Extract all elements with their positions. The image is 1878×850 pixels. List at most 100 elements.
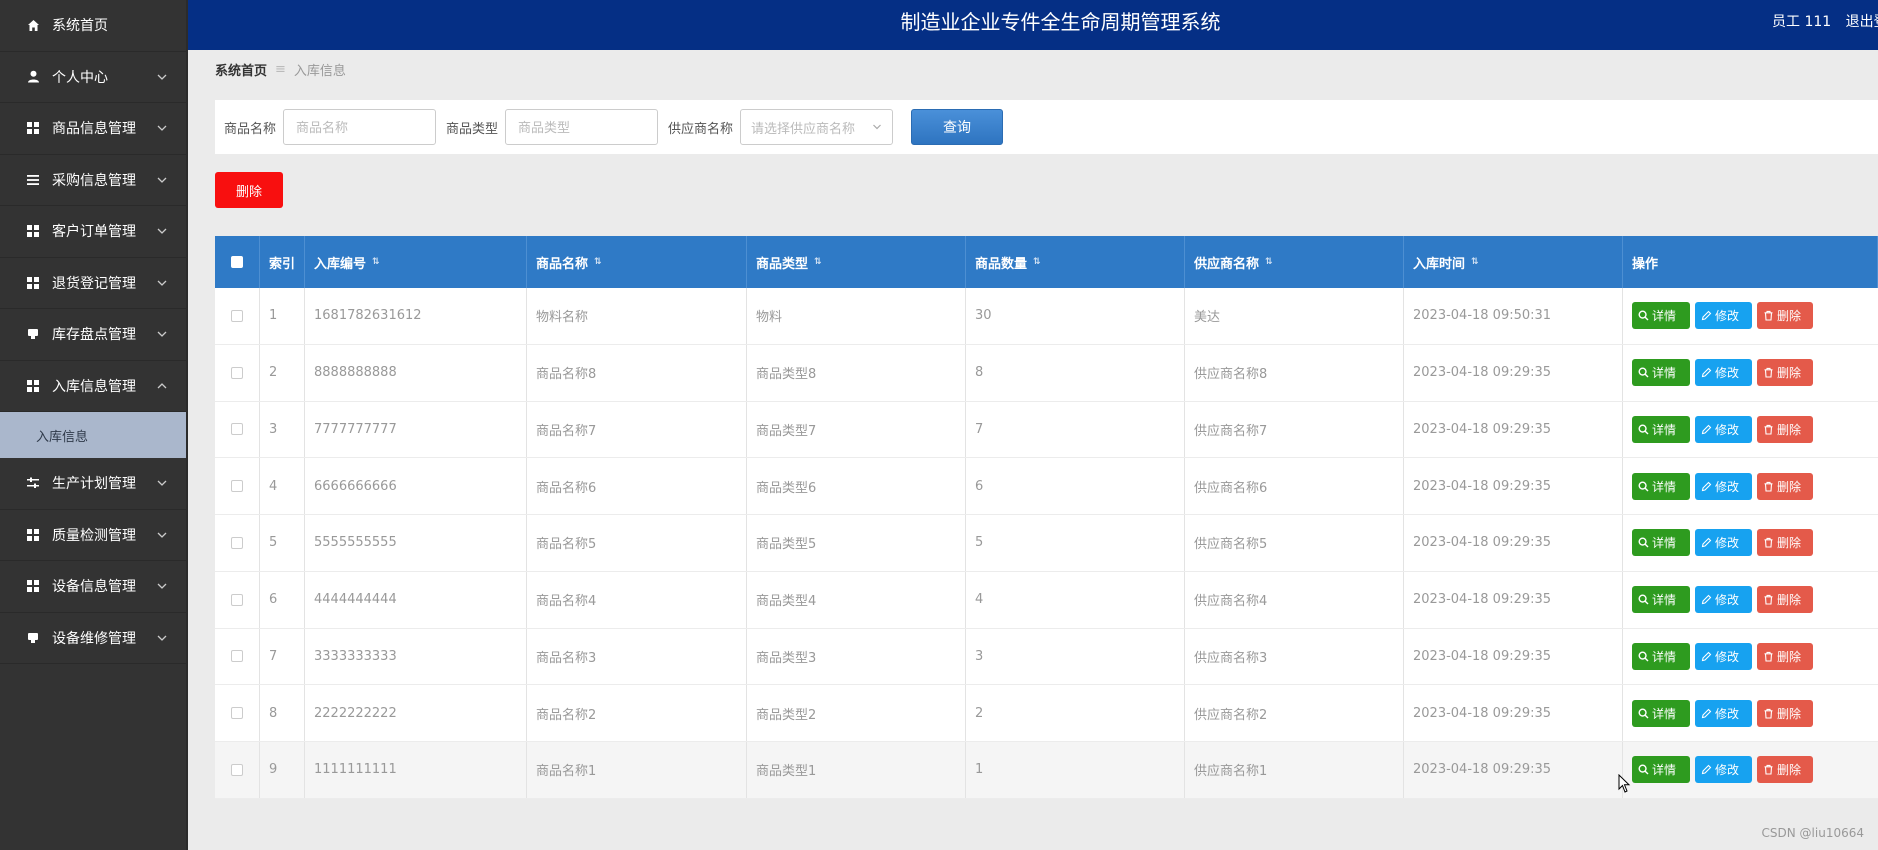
row-checkbox[interactable] bbox=[231, 707, 243, 720]
sidebar-item-production-plan[interactable]: 生产计划管理 bbox=[0, 458, 186, 510]
detail-button[interactable]: 详情 bbox=[1632, 415, 1690, 443]
detail-button[interactable]: 详情 bbox=[1632, 359, 1690, 387]
edit-button[interactable]: 修改 bbox=[1695, 642, 1752, 670]
detail-button[interactable]: 详情 bbox=[1632, 642, 1690, 670]
detail-button[interactable]: 详情 bbox=[1632, 302, 1690, 330]
batch-delete-button[interactable]: 删除 bbox=[215, 172, 283, 208]
delete-button[interactable]: 删除 bbox=[1757, 642, 1813, 670]
row-actions: 详情 修改 删除 bbox=[1623, 629, 1878, 685]
sidebar-item-returns[interactable]: 退货登记管理 bbox=[0, 258, 186, 309]
row-checkbox[interactable] bbox=[231, 309, 243, 322]
sidebar-item-label: 采购信息管理 bbox=[52, 172, 136, 189]
supplier-select[interactable]: 请选择供应商名称 bbox=[740, 109, 894, 145]
sort-icon[interactable]: ⇅ bbox=[1265, 257, 1273, 267]
search-icon bbox=[1638, 708, 1649, 719]
column-header-actions: 操作 bbox=[1623, 236, 1878, 288]
delete-button[interactable]: 删除 bbox=[1757, 359, 1813, 387]
sidebar-item-equipment-info[interactable]: 设备信息管理 bbox=[0, 561, 186, 613]
delete-button[interactable]: 删除 bbox=[1757, 415, 1813, 443]
edit-icon bbox=[1701, 594, 1712, 605]
product-name-input[interactable] bbox=[283, 109, 437, 145]
cell-quantity: 7 bbox=[966, 401, 1185, 458]
sort-icon[interactable]: ⇅ bbox=[594, 257, 602, 267]
cell-supplier: 供应商名称7 bbox=[1185, 401, 1404, 458]
sidebar-item-quality-inspection[interactable]: 质量检测管理 bbox=[0, 510, 186, 561]
chevron-down-icon bbox=[157, 635, 167, 641]
edit-button[interactable]: 修改 bbox=[1695, 756, 1752, 784]
row-checkbox[interactable] bbox=[231, 536, 243, 549]
sort-icon[interactable]: ⇅ bbox=[1471, 257, 1479, 267]
row-checkbox[interactable] bbox=[231, 423, 243, 436]
sort-icon[interactable]: ⇅ bbox=[372, 257, 380, 267]
sidebar-item-home[interactable]: 系统首页 bbox=[0, 0, 186, 52]
edit-icon bbox=[1701, 424, 1712, 435]
breadcrumb-home[interactable]: 系统首页 bbox=[215, 60, 267, 79]
delete-button[interactable]: 删除 bbox=[1757, 699, 1813, 727]
edit-button[interactable]: 修改 bbox=[1695, 415, 1752, 443]
sort-icon[interactable]: ⇅ bbox=[814, 257, 822, 267]
row-checkbox[interactable] bbox=[231, 480, 243, 493]
column-header-supplier[interactable]: 供应商名称 ⇅ bbox=[1185, 236, 1404, 288]
sidebar-item-purchase-info[interactable]: 采购信息管理 bbox=[0, 155, 186, 206]
trash-icon bbox=[1764, 367, 1773, 378]
edit-icon bbox=[1701, 538, 1712, 548]
cell-time: 2023-04-18 09:29:35 bbox=[1404, 685, 1623, 741]
table-row: 7 3333333333 商品名称3 商品类型3 3 供应商名称3 2023-04-18 0… bbox=[215, 628, 1878, 686]
product-type-input[interactable] bbox=[505, 109, 659, 145]
edit-button[interactable]: 修改 bbox=[1695, 529, 1752, 557]
sidebar-item-equipment-repair[interactable]: 设备维修管理 bbox=[0, 613, 186, 664]
sidebar-subitem-warehousing-info[interactable]: 入库信息 bbox=[0, 412, 186, 458]
delete-button[interactable]: 删除 bbox=[1757, 756, 1813, 784]
table-row: 5 5555555555 商品名称5 商品类型5 5 供应商名称5 2023-04-18 0… bbox=[215, 515, 1878, 572]
delete-button[interactable]: 删除 bbox=[1757, 529, 1813, 557]
sidebar-item-product-info[interactable]: 商品信息管理 bbox=[0, 103, 186, 155]
row-select-cell bbox=[215, 401, 260, 458]
row-checkbox[interactable] bbox=[231, 366, 243, 379]
edit-button[interactable]: 修改 bbox=[1695, 302, 1752, 330]
delete-button[interactable]: 删除 bbox=[1757, 302, 1813, 330]
query-button[interactable]: 查询 bbox=[911, 109, 1004, 145]
sort-icon[interactable]: ⇅ bbox=[1033, 257, 1041, 267]
edit-button[interactable]: 修改 bbox=[1695, 472, 1752, 500]
search-icon bbox=[1638, 764, 1649, 775]
cell-quantity: 4 bbox=[966, 571, 1185, 628]
sidebar-item-inventory[interactable]: 库存盘点管理 bbox=[0, 309, 186, 361]
detail-button[interactable]: 详情 bbox=[1632, 529, 1690, 557]
row-checkbox[interactable] bbox=[231, 593, 243, 606]
edit-button[interactable]: 修改 bbox=[1695, 359, 1752, 387]
row-select-cell bbox=[215, 288, 260, 344]
cell-product-type: 商品类型3 bbox=[747, 628, 966, 685]
search-icon bbox=[1638, 537, 1649, 548]
column-header-time[interactable]: 入库时间 ⇅ bbox=[1404, 236, 1623, 288]
edit-button[interactable]: 修改 bbox=[1695, 699, 1752, 727]
detail-button[interactable]: 详情 bbox=[1632, 699, 1690, 727]
edit-icon bbox=[1701, 651, 1712, 662]
select-all-checkbox[interactable] bbox=[231, 256, 243, 268]
chevron-down-icon bbox=[157, 125, 167, 132]
delete-button[interactable]: 删除 bbox=[1757, 586, 1813, 614]
column-header-quantity[interactable]: 商品数量 ⇅ bbox=[966, 236, 1185, 288]
logout-link[interactable]: 退出登 bbox=[1846, 14, 1878, 30]
chevron-down-icon bbox=[157, 280, 167, 286]
delete-button[interactable]: 删除 bbox=[1757, 472, 1813, 500]
sidebar-item-label: 质量检测管理 bbox=[52, 527, 136, 544]
cell-time: 2023-04-18 09:29:35 bbox=[1404, 571, 1623, 628]
column-header-product-name[interactable]: 商品名称 ⇅ bbox=[527, 236, 747, 288]
cell-product-type: 物料 bbox=[747, 288, 966, 344]
column-header-warehousing-no[interactable]: 入库编号 ⇅ bbox=[305, 236, 527, 288]
detail-button[interactable]: 详情 bbox=[1632, 472, 1690, 500]
sidebar-item-customer-orders[interactable]: 客户订单管理 bbox=[0, 206, 186, 258]
edit-button[interactable]: 修改 bbox=[1695, 586, 1752, 614]
detail-button[interactable]: 详情 bbox=[1632, 756, 1690, 784]
cell-warehousing-no: 2222222222 bbox=[305, 685, 527, 741]
row-checkbox[interactable] bbox=[231, 650, 243, 663]
row-checkbox[interactable] bbox=[231, 763, 243, 776]
detail-button[interactable]: 详情 bbox=[1632, 586, 1690, 614]
sidebar-item-personal-center[interactable]: 个人中心 bbox=[0, 52, 186, 103]
sidebar-item-warehousing[interactable]: 入库信息管理 bbox=[0, 361, 186, 412]
grid-icon bbox=[26, 579, 40, 593]
column-header-product-type[interactable]: 商品类型 ⇅ bbox=[747, 236, 966, 288]
cell-product-name: 商品名称1 bbox=[527, 742, 747, 798]
trash-icon bbox=[1764, 594, 1773, 605]
cell-index: 2 bbox=[260, 344, 305, 401]
